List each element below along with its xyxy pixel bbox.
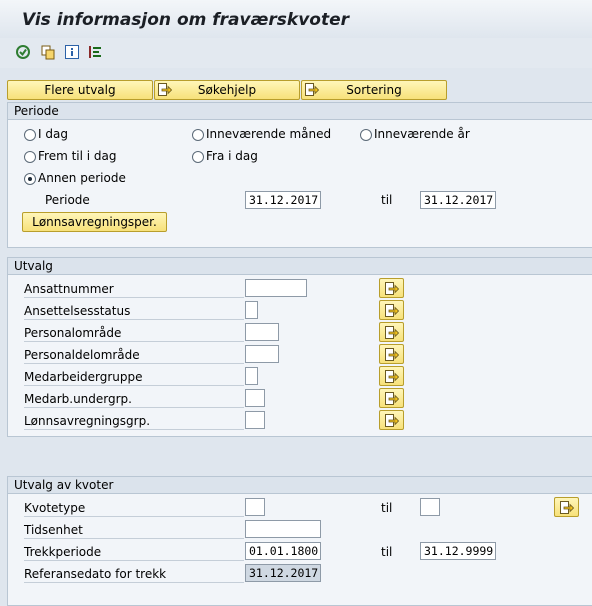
ansettelsesstatus-multiple-selection-button[interactable]	[379, 300, 404, 320]
lonnsavregningsper-button[interactable]: Lønnsavregningsper.	[22, 212, 167, 232]
referansedato-field[interactable]: 31.12.2017	[245, 564, 321, 582]
lonnsavregningsgrp-multiple-selection-button[interactable]	[379, 410, 404, 430]
kvoter-group: Utvalg av kvoter Kvotetype til Tidsenhet…	[7, 476, 592, 606]
flere-utvalg-button[interactable]: Flere utvalg	[7, 80, 153, 100]
periode-group: Periode I dag Inneværende måned Innevære…	[7, 102, 592, 248]
fra-i-dag-label: Fra i dag	[206, 149, 258, 163]
sortering-button[interactable]: Sortering	[301, 80, 447, 100]
trekkperiode-from-field[interactable]: 01.01.1800	[245, 542, 321, 560]
sortering-label: Sortering	[346, 83, 402, 97]
title-bar: Vis informasjon om fraværskvoter	[0, 0, 592, 39]
innevaerende-maaned-radio[interactable]	[192, 129, 204, 141]
kvotetype-til-label: til	[381, 501, 393, 515]
personalomraade-multiple-selection-button[interactable]	[379, 322, 404, 342]
utvalg-group: Utvalg Ansattnummer Ansettelsesstatus Pe…	[7, 257, 592, 437]
periode-label: Periode	[45, 193, 90, 207]
arrow-right-icon	[385, 370, 399, 383]
medarb-undergrp-field[interactable]	[245, 389, 265, 407]
ansettelsesstatus-label: Ansettelsesstatus	[24, 304, 244, 320]
personaldelomraade-multiple-selection-button[interactable]	[379, 344, 404, 364]
i-dag-radio[interactable]	[24, 129, 36, 141]
selection-options-icon[interactable]	[87, 44, 103, 60]
lonnsavregningsgrp-label: Lønnsavregningsgrp.	[24, 414, 244, 430]
annen-periode-label: Annen periode	[38, 171, 126, 185]
arrow-right-icon	[385, 392, 399, 405]
frem-til-i-dag-label: Frem til i dag	[38, 149, 117, 163]
annen-periode-radio[interactable]	[24, 173, 36, 185]
sokehjelp-label: Søkehjelp	[197, 83, 257, 97]
utvalg-header: Utvalg	[8, 258, 592, 275]
personalomraade-label: Personalområde	[24, 326, 244, 342]
referansedato-label: Referansedato for trekk	[24, 567, 244, 583]
trekkperiode-to-field[interactable]: 31.12.9999	[420, 542, 496, 560]
window-title: Vis informasjon om fraværskvoter	[22, 10, 350, 30]
lonnsavregningsper-label: Lønnsavregningsper.	[32, 215, 157, 229]
medarb-undergrp-multiple-selection-button[interactable]	[379, 388, 404, 408]
innevaerende-aar-radio[interactable]	[360, 129, 372, 141]
medarbeidergruppe-label: Medarbeidergruppe	[24, 370, 244, 386]
i-dag-label: I dag	[38, 127, 68, 141]
execute-icon[interactable]	[15, 44, 31, 60]
ansattnummer-label: Ansattnummer	[24, 282, 244, 298]
arrow-right-icon	[385, 414, 399, 427]
trekkperiode-label: Trekkperiode	[24, 545, 244, 561]
innevaerende-maaned-label: Inneværende måned	[206, 127, 332, 141]
lonnsavregningsgrp-field[interactable]	[245, 411, 265, 429]
flere-utvalg-label: Flere utvalg	[44, 83, 116, 97]
ansettelsesstatus-field[interactable]	[245, 301, 258, 319]
tidsenhet-label: Tidsenhet	[24, 523, 244, 539]
sokehjelp-button[interactable]: Søkehjelp	[154, 80, 300, 100]
arrow-right-icon	[158, 83, 173, 97]
application-toolbar	[0, 38, 592, 68]
periode-til-label: til	[381, 193, 393, 207]
ansattnummer-field[interactable]	[245, 279, 307, 297]
kvotetype-label: Kvotetype	[24, 501, 244, 517]
personalomraade-field[interactable]	[245, 323, 279, 341]
arrow-right-icon	[385, 326, 399, 339]
kvoter-header: Utvalg av kvoter	[8, 477, 592, 494]
medarbeidergruppe-field[interactable]	[245, 367, 258, 385]
tidsenhet-field[interactable]	[245, 520, 321, 538]
innevaerende-aar-label: Inneværende år	[374, 127, 470, 141]
kvotetype-to-field[interactable]	[420, 498, 440, 516]
personaldelomraade-label: Personaldelområde	[24, 348, 244, 364]
medarb-undergrp-label: Medarb.undergrp.	[24, 392, 244, 408]
medarbeidergruppe-multiple-selection-button[interactable]	[379, 366, 404, 386]
trekkperiode-til-label: til	[381, 545, 393, 559]
copy-variant-icon[interactable]	[40, 44, 56, 60]
ansattnummer-multiple-selection-button[interactable]	[379, 278, 404, 298]
arrow-right-icon	[305, 83, 320, 97]
info-icon[interactable]	[64, 44, 80, 60]
kvotetype-from-field[interactable]	[245, 498, 265, 516]
arrow-right-icon	[385, 348, 399, 361]
frem-til-i-dag-radio[interactable]	[24, 151, 36, 163]
arrow-right-icon	[385, 282, 399, 295]
periode-header: Periode	[8, 103, 592, 120]
periode-from-field[interactable]: 31.12.2017	[245, 191, 321, 209]
fra-i-dag-radio[interactable]	[192, 151, 204, 163]
arrow-right-icon	[560, 501, 574, 514]
kvotetype-multiple-selection-button[interactable]	[554, 497, 579, 517]
periode-to-field[interactable]: 31.12.2017	[420, 191, 496, 209]
personaldelomraade-field[interactable]	[245, 345, 279, 363]
arrow-right-icon	[385, 304, 399, 317]
